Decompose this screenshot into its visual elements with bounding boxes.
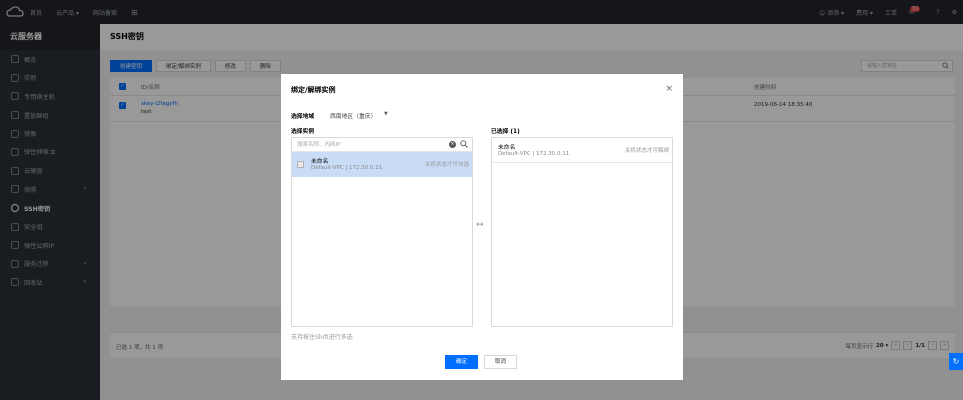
cancel-button[interactable]: 取消 — [484, 355, 517, 369]
list-item[interactable]: 未命名 Default-VPC | 172.30.0.11 关机状态才可解绑 — [492, 138, 672, 163]
confirm-button[interactable]: 确定 — [445, 355, 478, 369]
selected-count-label: 已选择 (1) — [491, 129, 520, 135]
instance-network: Default-VPC | 172.30.0.11 — [498, 151, 570, 157]
support-chat-icon[interactable]: ↻ — [949, 353, 963, 370]
region-label: 选择地域 — [291, 114, 315, 120]
close-icon[interactable]: × — [665, 84, 673, 94]
select-instance-label: 选择实例 — [291, 129, 315, 135]
chevron-down-icon[interactable]: ▼ — [384, 111, 388, 117]
instance-checkbox[interactable] — [297, 161, 304, 168]
instance-network: Default-VPC | 172.30.0.11 — [311, 165, 383, 171]
selected-instances-panel: 未命名 Default-VPC | 172.30.0.11 关机状态才可解绑 — [491, 137, 673, 327]
bind-instance-dialog: 绑定/解绑实例 × 选择地域 西南地区（重庆） ▼ 选择实例 已选择 (1) 搜… — [281, 74, 683, 380]
region-select[interactable]: 西南地区（重庆） — [330, 111, 376, 120]
instance-search-input[interactable]: 搜索名称、内网IP × — [292, 138, 472, 152]
clear-icon[interactable]: × — [449, 141, 456, 148]
instance-status-note: 关机状态才可勾选 — [424, 162, 469, 168]
search-placeholder: 搜索名称、内网IP — [297, 142, 341, 148]
available-instances-panel: 搜索名称、内网IP × 未命名 Default-VPC | 172.30.0.1… — [291, 137, 473, 327]
list-item[interactable]: 未命名 Default-VPC | 172.30.0.11 关机状态才可勾选 — [292, 152, 472, 177]
multiselect-hint: 支持按住Shift进行多选 — [291, 334, 353, 341]
instance-name: 未命名 — [498, 145, 516, 151]
transfer-arrows-icon: ↔ — [476, 220, 484, 230]
instance-name: 未命名 — [311, 159, 329, 165]
instance-status-note: 关机状态才可解绑 — [624, 148, 669, 154]
dialog-title: 绑定/解绑实例 — [291, 86, 336, 94]
